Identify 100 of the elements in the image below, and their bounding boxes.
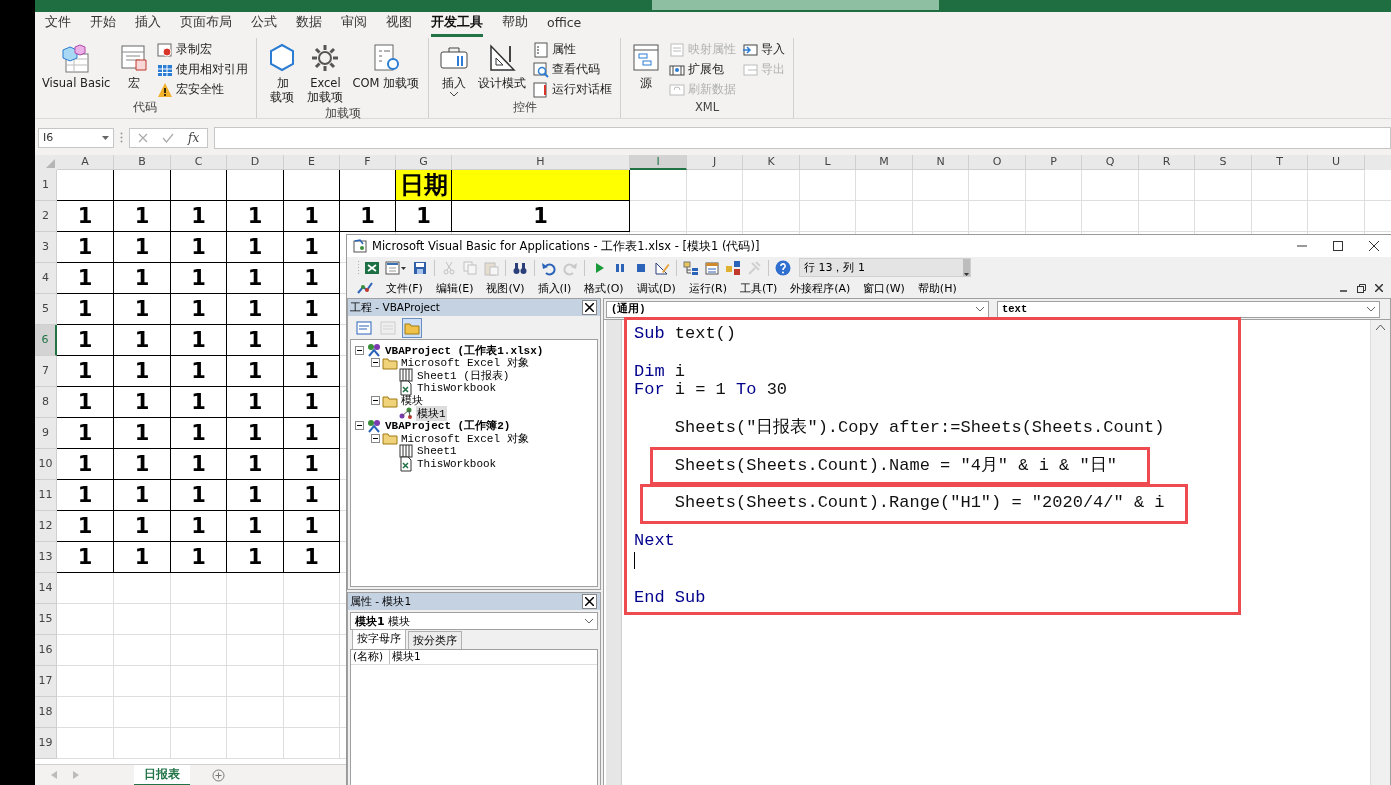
add-sheet-icon[interactable] bbox=[212, 768, 225, 782]
spreadsheet-cell[interactable]: 1 bbox=[227, 417, 284, 449]
tree-item[interactable]: Sheet1 (日报表) bbox=[416, 368, 511, 383]
row-header[interactable]: 9 bbox=[35, 417, 57, 449]
ribbon-button[interactable]: 扩展包 bbox=[667, 61, 739, 79]
properties-icon[interactable] bbox=[704, 259, 720, 276]
row-header[interactable]: 13 bbox=[35, 541, 57, 573]
tree-item[interactable]: VBAProject (工作表1.xlsx) bbox=[384, 342, 545, 358]
menu-item[interactable]: 运行(R) bbox=[688, 280, 727, 296]
close-icon[interactable] bbox=[585, 303, 594, 312]
spreadsheet-cell[interactable] bbox=[227, 169, 284, 201]
menu-item[interactable]: 外接程序(A) bbox=[790, 280, 851, 296]
tree-item[interactable]: Microsoft Excel 对象 bbox=[400, 355, 530, 371]
row-header[interactable]: 1 bbox=[35, 169, 57, 201]
spreadsheet-cell[interactable]: 1 bbox=[284, 293, 340, 325]
spreadsheet-cell[interactable]: 1 bbox=[171, 200, 227, 232]
spreadsheet-cell[interactable]: 1 bbox=[227, 324, 284, 356]
menu-item[interactable]: 窗口(W) bbox=[863, 280, 905, 296]
row-header[interactable]: 19 bbox=[35, 727, 57, 759]
spreadsheet-cell[interactable]: 1 bbox=[284, 231, 340, 263]
check-icon[interactable] bbox=[162, 132, 174, 143]
project-explorer-icon[interactable] bbox=[683, 259, 699, 276]
name-box[interactable]: I6 bbox=[38, 127, 114, 148]
row-header[interactable]: 2 bbox=[35, 200, 57, 232]
spreadsheet-cell[interactable]: 1 bbox=[452, 200, 630, 232]
spreadsheet-cell[interactable]: 1 bbox=[57, 417, 114, 449]
ribbon-tab[interactable]: 页面布局 bbox=[180, 12, 232, 38]
ribbon-button[interactable]: 宏安全性 bbox=[155, 81, 251, 99]
properties-tab[interactable]: 按字母序 bbox=[352, 629, 406, 649]
spreadsheet-cell[interactable]: 1 bbox=[284, 479, 340, 511]
row-header[interactable]: 18 bbox=[35, 696, 57, 728]
insert-function-button[interactable]: fx bbox=[188, 130, 200, 145]
ribbon-button[interactable]: 使用相对引用 bbox=[155, 61, 251, 79]
spreadsheet-cell[interactable]: 1 bbox=[227, 386, 284, 418]
spreadsheet-cell[interactable]: 1 bbox=[57, 355, 114, 387]
spreadsheet-cell[interactable]: 1 bbox=[227, 262, 284, 294]
spreadsheet-cell[interactable]: 1 bbox=[284, 324, 340, 356]
ribbon-tab[interactable]: 开发工具 bbox=[431, 12, 483, 38]
spreadsheet-cell[interactable]: 1 bbox=[114, 541, 171, 573]
save-icon[interactable] bbox=[412, 259, 428, 276]
spreadsheet-cell[interactable]: 1 bbox=[284, 448, 340, 480]
form-menu-icon[interactable] bbox=[385, 259, 407, 276]
row-header[interactable]: 3 bbox=[35, 231, 57, 263]
ribbon-tab[interactable]: 数据 bbox=[296, 12, 322, 38]
menu-item[interactable]: 格式(O) bbox=[584, 280, 624, 296]
spreadsheet-cell[interactable]: 1 bbox=[114, 355, 171, 387]
spreadsheet-cell[interactable] bbox=[114, 169, 171, 201]
spreadsheet-cell[interactable]: 1 bbox=[340, 200, 396, 232]
row-header[interactable]: 8 bbox=[35, 386, 57, 418]
maximize-icon[interactable] bbox=[1333, 241, 1343, 251]
tree-item[interactable]: ThisWorkbook bbox=[416, 382, 498, 395]
spreadsheet-cell[interactable]: 1 bbox=[227, 541, 284, 573]
spreadsheet-cell[interactable]: 1 bbox=[57, 448, 114, 480]
close-icon[interactable] bbox=[585, 597, 594, 606]
spreadsheet-cell[interactable]: 1 bbox=[57, 231, 114, 263]
spreadsheet-cell[interactable]: 1 bbox=[284, 386, 340, 418]
menu-item[interactable]: 调试(D) bbox=[636, 280, 676, 296]
spreadsheet-cell[interactable]: 1 bbox=[227, 293, 284, 325]
child-restore-icon[interactable] bbox=[1357, 283, 1366, 293]
spreadsheet-cell[interactable]: 1 bbox=[114, 510, 171, 542]
row-header[interactable]: 11 bbox=[35, 479, 57, 511]
spreadsheet-cell[interactable]: 1 bbox=[114, 200, 171, 232]
ribbon-button[interactable]: 源 bbox=[627, 40, 666, 100]
object-dropdown[interactable]: (通用) bbox=[606, 300, 989, 318]
spreadsheet-cell[interactable]: 1 bbox=[171, 293, 227, 325]
spreadsheet-cell[interactable]: 1 bbox=[171, 355, 227, 387]
row-header[interactable]: 5 bbox=[35, 293, 57, 325]
row-header[interactable]: 12 bbox=[35, 510, 57, 542]
row-header[interactable]: 16 bbox=[35, 634, 57, 666]
row-header[interactable]: 7 bbox=[35, 355, 57, 387]
spreadsheet-cell[interactable]: 1 bbox=[171, 324, 227, 356]
spreadsheet-cell[interactable] bbox=[284, 169, 340, 201]
ribbon-tab[interactable]: 公式 bbox=[251, 12, 277, 38]
spreadsheet-cell[interactable]: 1 bbox=[114, 262, 171, 294]
spreadsheet-cell[interactable] bbox=[57, 169, 114, 201]
ribbon-button[interactable]: Visual Basic bbox=[39, 40, 114, 100]
row-header[interactable]: 17 bbox=[35, 665, 57, 697]
menu-item[interactable]: 编辑(E) bbox=[435, 280, 474, 296]
row-header[interactable]: 4 bbox=[35, 262, 57, 294]
search-field[interactable] bbox=[652, 0, 939, 10]
ribbon-button[interactable]: 宏 bbox=[115, 40, 154, 100]
expander-icon[interactable] bbox=[371, 396, 380, 406]
spreadsheet-cell[interactable]: 1 bbox=[171, 541, 227, 573]
spreadsheet-cell[interactable]: 1 bbox=[284, 200, 340, 232]
spreadsheet-cell[interactable]: 1 bbox=[171, 417, 227, 449]
spreadsheet-cell[interactable]: 1 bbox=[171, 231, 227, 263]
ribbon-button[interactable]: 属性 bbox=[531, 41, 615, 59]
ribbon-button[interactable]: Excel 加载项 bbox=[303, 40, 348, 106]
object-dropdown[interactable]: 模块1 模块 bbox=[350, 612, 598, 630]
ribbon-button[interactable]: 插入 bbox=[435, 40, 474, 100]
spreadsheet-cell[interactable]: 1 bbox=[284, 355, 340, 387]
menu-item[interactable]: 帮助(H) bbox=[917, 280, 957, 296]
spreadsheet-cell[interactable]: 1 bbox=[171, 386, 227, 418]
row-header[interactable]: 6 bbox=[35, 324, 57, 356]
spreadsheet-cell[interactable]: 1 bbox=[227, 200, 284, 232]
tree-item[interactable]: Sheet1 bbox=[416, 445, 458, 458]
spreadsheet-icon[interactable] bbox=[364, 259, 380, 276]
ribbon-tab[interactable]: 开始 bbox=[90, 12, 116, 38]
spreadsheet-cell[interactable]: 1 bbox=[284, 417, 340, 449]
ribbon-tab[interactable]: 插入 bbox=[135, 12, 161, 38]
